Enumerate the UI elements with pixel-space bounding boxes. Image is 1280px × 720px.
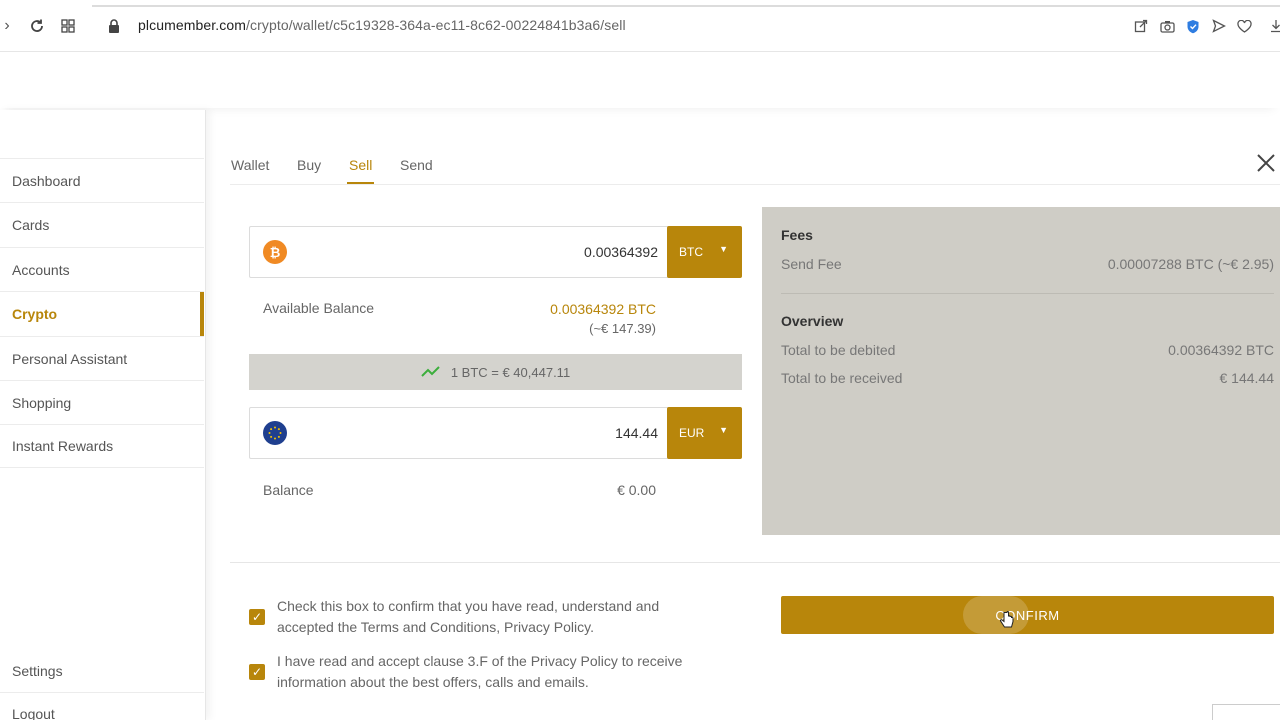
btc-currency-select[interactable]: BTC ▼ [667,226,742,278]
reload-icon[interactable] [26,15,48,37]
sidebar-item-label: Logout [12,706,55,720]
browser-toolbar: › plcumember.com/crypto/wallet/c5c19328-… [0,0,1280,52]
hand-cursor-icon [999,611,1014,634]
btc-amount-field[interactable]: ₿ 0.00364392 [249,226,669,278]
sidebar-item-accounts[interactable]: Accounts [0,247,204,291]
chevron-down-icon: ▼ [719,244,728,254]
forward-icon[interactable]: › [0,15,18,37]
close-icon[interactable] [1256,151,1276,177]
download-icon[interactable] [1266,16,1280,36]
btc-currency-label: BTC [679,245,703,259]
send-fee-value: 0.00007288 BTC (~€ 2.95) [1107,256,1274,272]
tab-wallet[interactable]: Wallet [231,157,269,173]
sidebar-item-dashboard[interactable]: Dashboard [0,158,204,202]
balance-value: € 0.00 [617,482,656,498]
btc-amount-value: 0.00364392 [584,244,658,260]
crypto-tabs: Wallet Buy Sell Send [230,135,1280,185]
eur-currency-label: EUR [679,426,705,440]
total-debited-label: Total to be debited [781,342,896,358]
send-icon[interactable] [1209,16,1229,36]
available-balance-eur: (~€ 147.39) [589,321,656,336]
section-divider [230,562,1280,563]
fees-heading: Fees [781,227,813,243]
total-received-label: Total to be received [781,370,903,386]
app-header [0,52,1280,108]
tab-sell[interactable]: Sell [346,157,375,184]
tab-strip-edge [92,5,1280,7]
url-path: /crypto/wallet/c5c19328-364a-ec11-8c62-0… [246,17,626,33]
sidebar-item-logout[interactable]: Logout [0,698,204,720]
sidebar-item-label: Accounts [12,261,70,278]
sidebar-item-label: Crypto [12,305,58,322]
eur-amount-value: 144.44 [615,425,658,441]
sidebar-item-settings[interactable]: Settings [0,649,204,693]
privacy-checkbox[interactable]: ✓ [249,664,265,680]
terms-consent-text: Check this box to confirm that you have … [277,598,660,635]
page-corner-widget [1212,704,1280,720]
privacy-consent-text: I have read and accept clause 3.F of the… [277,653,683,690]
address-bar[interactable]: plcumember.com/crypto/wallet/c5c19328-36… [138,17,626,33]
sidebar: Dashboard Cards Accounts Crypto Personal… [0,110,206,720]
summary-divider [781,293,1274,294]
apps-grid-icon[interactable] [57,15,79,37]
available-balance-btc: 0.00364392 BTC [550,301,656,317]
url-host: plcumember.com [138,17,246,33]
available-balance-label: Available Balance [263,300,375,316]
eur-currency-select[interactable]: EUR ▼ [667,407,742,459]
total-debited-value: 0.00364392 BTC [1168,342,1274,358]
sidebar-item-cards[interactable]: Cards [0,202,204,246]
camera-icon[interactable] [1157,16,1177,36]
sidebar-item-personal-assistant[interactable]: Personal Assistant [0,336,204,380]
shield-extension-icon[interactable] [1183,16,1203,36]
sidebar-item-label: Cards [12,216,50,233]
tab-send[interactable]: Send [400,157,433,173]
terms-checkbox[interactable]: ✓ [249,609,265,625]
eur-amount-field[interactable]: 144.44 [249,407,669,459]
share-icon[interactable] [1131,16,1151,36]
sidebar-item-label: Instant Rewards [12,438,114,454]
exchange-rate-text: 1 BTC = € 40,447.11 [450,364,571,380]
sidebar-item-label: Dashboard [12,172,81,189]
sidebar-item-label: Shopping [12,394,72,411]
sidebar-item-crypto[interactable]: Crypto [0,291,204,336]
sidebar-item-label: Settings [12,662,63,679]
overview-heading: Overview [781,313,844,329]
chevron-down-icon: ▼ [719,425,728,435]
tab-buy[interactable]: Buy [297,157,321,173]
confirm-button[interactable]: CONFIRM [781,596,1274,634]
sidebar-item-instant-rewards[interactable]: Instant Rewards [0,424,204,468]
fees-overview-panel: Fees Send Fee 0.00007288 BTC (~€ 2.95) O… [762,207,1280,535]
crypto-sell-panel: Wallet Buy Sell Send ₿ 0.00364392 BTC ▼ … [230,135,1280,720]
sidebar-item-shopping[interactable]: Shopping [0,380,204,424]
heart-icon[interactable] [1234,16,1254,36]
exchange-rate-banner: 1 BTC = € 40,447.11 [249,354,742,390]
balance-label: Balance [263,482,314,498]
trend-up-icon [421,364,441,380]
sidebar-item-label: Personal Assistant [12,350,128,367]
total-received-value: € 144.44 [1219,370,1275,386]
euro-flag-icon [263,421,287,445]
bitcoin-icon: ₿ [263,240,287,264]
send-fee-label: Send Fee [781,256,842,272]
lock-icon[interactable] [103,15,125,37]
